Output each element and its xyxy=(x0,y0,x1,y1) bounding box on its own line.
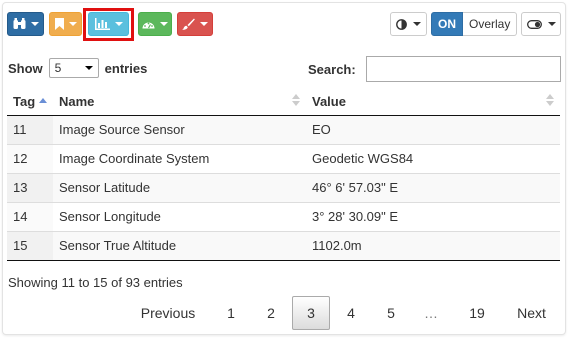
contrast-icon xyxy=(396,18,407,30)
table-row[interactable]: 13 Sensor Latitude 46° 6' 57.03" E xyxy=(7,172,560,202)
column-header-value[interactable]: Value xyxy=(306,88,560,116)
highlight-box xyxy=(83,8,134,41)
switch-dropdown-button[interactable] xyxy=(521,12,561,36)
length-control: Show 5 entries xyxy=(8,58,147,78)
cell-value: 46° 6' 57.03" E xyxy=(306,172,560,202)
sort-icon xyxy=(292,94,300,106)
pagination-page-19[interactable]: 19 xyxy=(456,296,498,330)
paintbrush-icon xyxy=(182,18,195,30)
cell-name: Image Coordinate System xyxy=(53,143,306,173)
pagination-page-5[interactable]: 5 xyxy=(372,296,410,330)
table-header-row: Tag Name Value xyxy=(7,88,560,116)
cell-name: Sensor True Altitude xyxy=(53,230,306,261)
table-row[interactable]: 11 Image Source Sensor EO xyxy=(7,114,560,144)
bookmark-dropdown-button[interactable] xyxy=(49,12,82,36)
chevron-down-icon xyxy=(413,22,421,26)
chevron-down-icon xyxy=(84,66,93,70)
pagination-page-current[interactable]: 3 xyxy=(292,296,330,330)
length-suffix: entries xyxy=(104,60,148,76)
pagination-page-1[interactable]: 1 xyxy=(212,296,250,330)
pagination-page-2[interactable]: 2 xyxy=(252,296,290,330)
sort-icon xyxy=(546,94,554,106)
cell-name: Image Source Sensor xyxy=(53,114,306,144)
pagination-previous[interactable]: Previous xyxy=(131,296,205,330)
cell-name: Sensor Latitude xyxy=(53,172,306,202)
cell-tag: 14 xyxy=(7,201,53,231)
cell-value: Geodetic WGS84 xyxy=(306,143,560,173)
toggle-switch-icon xyxy=(526,19,542,29)
table-row[interactable]: 12 Image Coordinate System Geodetic WGS8… xyxy=(7,143,560,173)
pagination-next[interactable]: Next xyxy=(509,296,554,330)
cell-tag: 11 xyxy=(7,114,53,144)
page-length-select[interactable]: 5 xyxy=(48,58,99,78)
overlay-toggle[interactable]: ON Overlay xyxy=(431,12,518,36)
overlay-on-state[interactable]: ON xyxy=(431,12,463,36)
bookmark-icon xyxy=(54,18,64,30)
overlay-label[interactable]: Overlay xyxy=(463,12,518,36)
table-row[interactable]: 15 Sensor True Altitude 1102.0m xyxy=(7,230,560,261)
data-table: Tag Name Value 11 Image Source Sensor EO… xyxy=(7,88,560,261)
cell-tag: 15 xyxy=(7,230,53,261)
contrast-dropdown-button[interactable] xyxy=(390,12,427,36)
search-label: Search: xyxy=(308,62,356,77)
chevron-down-icon xyxy=(547,22,556,26)
dashboard-icon xyxy=(142,22,155,29)
binoculars-dropdown-button[interactable] xyxy=(7,12,44,36)
chevron-down-icon xyxy=(68,22,77,26)
sort-ascending-icon xyxy=(39,98,47,103)
column-header-tag[interactable]: Tag xyxy=(7,88,53,116)
cell-tag: 12 xyxy=(7,143,53,173)
table-info: Showing 11 to 15 of 93 entries xyxy=(8,275,183,290)
chevron-down-icon xyxy=(200,22,208,26)
pagination-page-4[interactable]: 4 xyxy=(332,296,370,330)
chevron-down-icon xyxy=(160,22,168,26)
dashboard-dropdown-button[interactable] xyxy=(138,12,172,36)
cell-name: Sensor Longitude xyxy=(53,201,306,231)
length-prefix: Show xyxy=(8,60,43,76)
chevron-down-icon xyxy=(30,22,39,26)
search-input[interactable] xyxy=(366,56,561,82)
cell-value: 1102.0m xyxy=(306,230,560,261)
cell-tag: 13 xyxy=(7,172,53,202)
column-header-name[interactable]: Name xyxy=(53,88,306,116)
page-length-value: 5 xyxy=(54,61,62,75)
binoculars-icon xyxy=(13,18,25,29)
pagination-ellipsis: … xyxy=(424,305,438,321)
table-row[interactable]: 14 Sensor Longitude 3° 28' 30.09" E xyxy=(7,201,560,231)
cell-value: 3° 28' 30.09" E xyxy=(306,201,560,231)
paintbrush-dropdown-button[interactable] xyxy=(177,12,213,36)
cell-value: EO xyxy=(306,114,560,144)
